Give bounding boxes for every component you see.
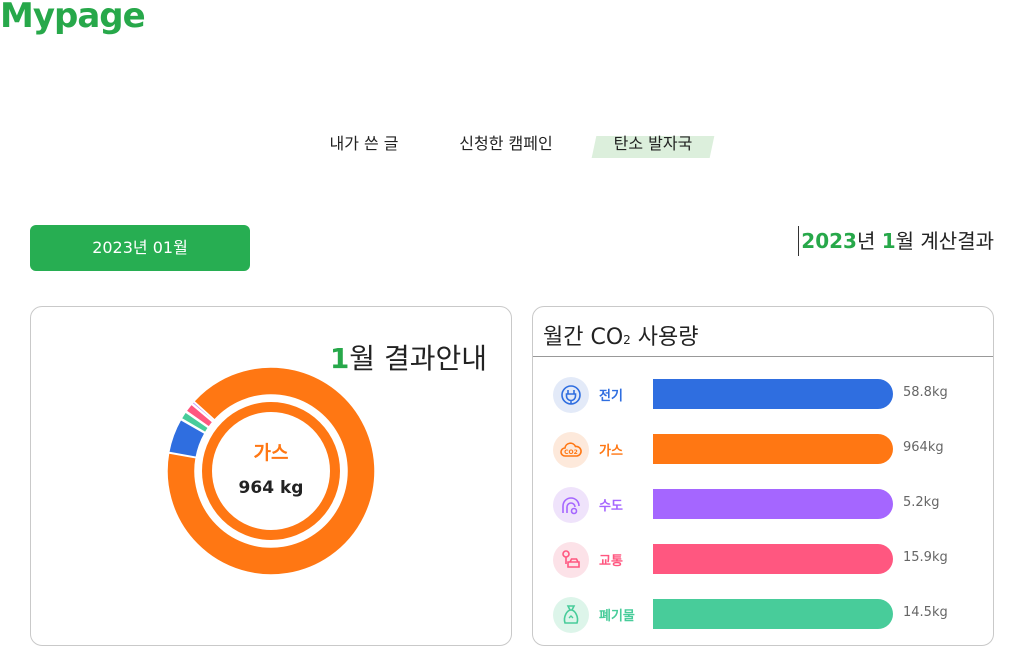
usage-title-suffix: 사용량 (630, 325, 699, 350)
usage-bar-track (653, 489, 893, 519)
usage-bar-gas (653, 434, 893, 464)
cloud-co2-icon: CO2 (560, 442, 582, 457)
usage-value-electricity: 58.8kg (903, 385, 948, 400)
usage-bar-waste (653, 599, 893, 629)
usage-bar-electricity (653, 379, 893, 409)
tab-bar: 내가 쓴 글 신청한 캠페인 탄소 발자국 (0, 130, 1024, 160)
usage-bar-transport (653, 544, 893, 574)
calc-month: 1 (881, 229, 896, 253)
usage-icon-bg-4 (553, 597, 589, 633)
usage-row-electricity: 전기 58.8kg (533, 375, 993, 415)
center-category: 가스 (254, 442, 289, 464)
donut-segments (166, 366, 376, 576)
usage-bar-track (653, 379, 893, 409)
calc-year: 2023 (801, 229, 857, 253)
tab-campaigns[interactable]: 신청한 캠페인 (448, 130, 564, 158)
usage-label-gas: 가스 (599, 444, 623, 459)
svg-text:CO2: CO2 (564, 449, 578, 456)
usage-title-subscript: 2 (623, 333, 631, 347)
usage-row-waste: 폐기물 14.5kg (533, 595, 993, 635)
usage-row-water: 수도 5.2kg (533, 485, 993, 525)
usage-bar-track (653, 544, 893, 574)
calc-result-title: 2023년 1월 계산결과 (798, 226, 994, 256)
usage-icon-bg-0 (553, 377, 589, 413)
inner-ring (202, 402, 340, 540)
plug-icon (561, 385, 581, 405)
usage-icon-bg-2 (553, 487, 589, 523)
usage-value-water: 5.2kg (903, 495, 940, 510)
usage-divider (533, 356, 993, 357)
usage-label-waste: 폐기물 (599, 609, 635, 624)
usage-value-waste: 14.5kg (903, 605, 948, 620)
calc-month-suffix: 월 계산결과 (895, 229, 994, 253)
usage-icon-bg-1: CO2 (553, 432, 589, 468)
recycle-bag-icon (563, 605, 579, 624)
page-title: Mypage (0, 0, 146, 36)
usage-label-water: 수도 (599, 499, 623, 514)
usage-icon-bg-3 (553, 542, 589, 578)
usage-value-gas: 964kg (903, 440, 944, 455)
usage-bar-track (653, 599, 893, 629)
usage-value-transport: 15.9kg (903, 550, 948, 565)
donut-chart: 가스 964 kg (166, 366, 376, 576)
calc-year-suffix: 년 (856, 229, 882, 253)
car-person-icon (562, 550, 580, 568)
usage-title: 월간 CO2 사용량 (543, 319, 699, 351)
center-value: 964 kg (239, 478, 304, 498)
usage-bar-water (653, 489, 893, 519)
monthly-summary-card: 1월 결과안내 가스 964 kg (30, 306, 512, 646)
tab-carbon-footprint[interactable]: 탄소 발자국 (600, 130, 706, 158)
usage-row-transport: 교통 15.9kg (533, 540, 993, 580)
tab-my-posts[interactable]: 내가 쓴 글 (322, 130, 406, 158)
month-select-button[interactable]: 2023년 01월 (30, 225, 250, 271)
faucet-icon (562, 497, 580, 515)
donut-segment-cloud-co2 (166, 366, 376, 576)
monthly-usage-card: 월간 CO2 사용량 전기 58.8kg CO2 가스 964kg 수도 5.2… (532, 306, 994, 646)
usage-bar-track (653, 434, 893, 464)
usage-row-gas: CO2 가스 964kg (533, 430, 993, 470)
usage-label-electricity: 전기 (599, 389, 623, 404)
usage-title-prefix: 월간 CO (543, 325, 624, 350)
usage-label-transport: 교통 (599, 554, 623, 569)
